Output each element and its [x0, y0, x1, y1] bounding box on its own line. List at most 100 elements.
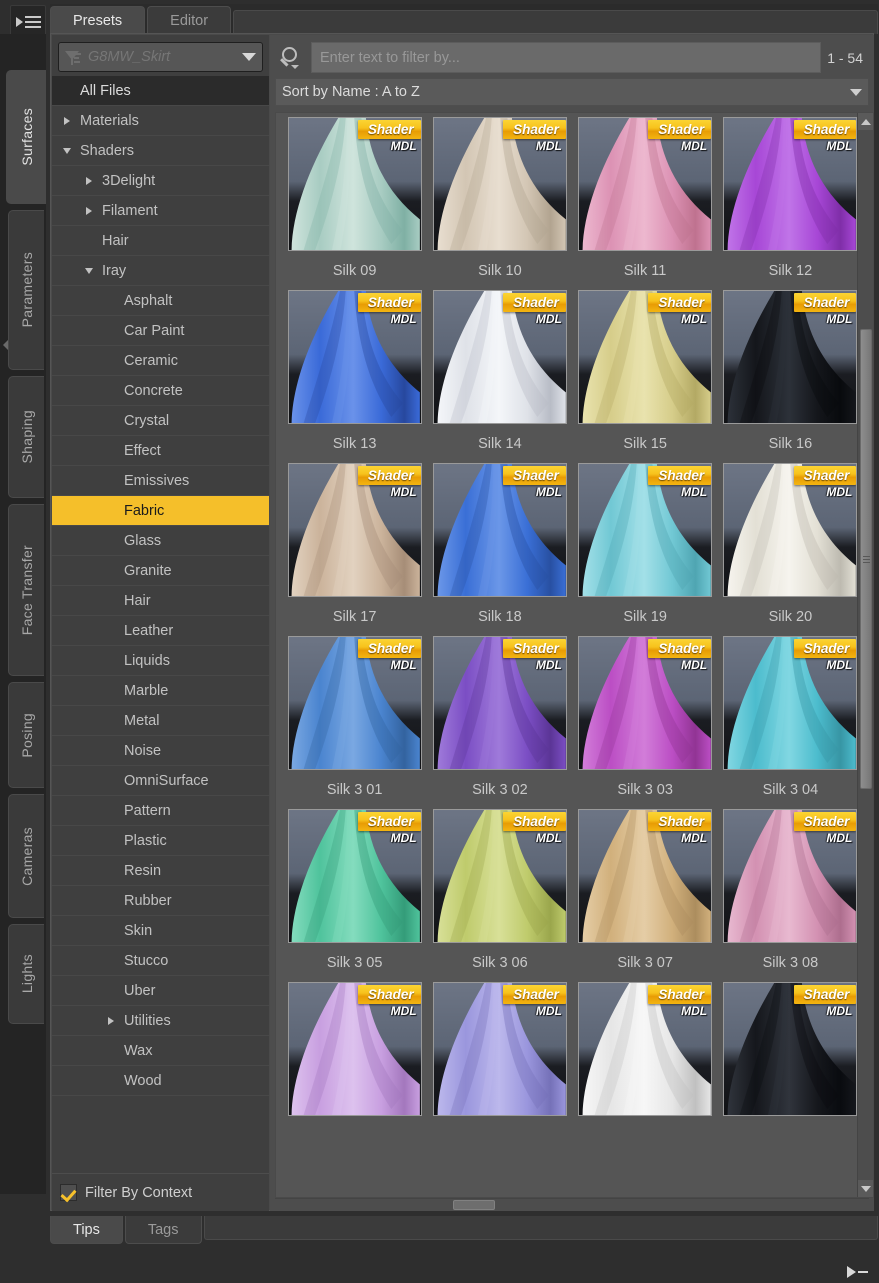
tree-item-pattern[interactable]: Pattern — [52, 796, 269, 826]
tree-item-ceramic[interactable]: Ceramic — [52, 346, 269, 376]
asset-card[interactable]: Shader MDL Silk 19 — [573, 463, 718, 636]
tree-item-crystal[interactable]: Crystal — [52, 406, 269, 436]
tree-item-resin[interactable]: Resin — [52, 856, 269, 886]
asset-card[interactable]: Shader MDL — [573, 982, 718, 1139]
asset-thumbnail[interactable]: Shader MDL — [578, 809, 713, 943]
asset-card[interactable]: Shader MDL Silk 10 — [427, 117, 572, 290]
asset-thumbnail[interactable]: Shader MDL — [432, 636, 567, 770]
search-box[interactable] — [311, 42, 822, 73]
asset-card[interactable]: Shader MDL Silk 16 — [718, 290, 863, 463]
asset-thumbnail[interactable]: Shader MDL — [578, 290, 713, 424]
tree-item-filament[interactable]: Filament — [52, 196, 269, 226]
asset-card[interactable]: Shader MDL Silk 17 — [282, 463, 427, 636]
tree-item-wax[interactable]: Wax — [52, 1036, 269, 1066]
asset-thumbnail[interactable]: Shader MDL — [287, 463, 422, 597]
tab-presets[interactable]: Presets — [50, 6, 146, 34]
asset-thumbnail[interactable]: Shader MDL — [432, 463, 567, 597]
asset-grid-horizontal-scrollbar[interactable] — [275, 1198, 869, 1211]
asset-card[interactable]: Shader MDL — [718, 982, 863, 1139]
tree-item-3delight[interactable]: 3Delight — [52, 166, 269, 196]
asset-thumbnail[interactable]: Shader MDL — [723, 636, 858, 770]
tree-item-emissives[interactable]: Emissives — [52, 466, 269, 496]
tree-item-effect[interactable]: Effect — [52, 436, 269, 466]
asset-card[interactable]: Shader MDL Silk 20 — [718, 463, 863, 636]
asset-card[interactable]: Shader MDL Silk 3 05 — [282, 809, 427, 982]
asset-card[interactable]: Shader MDL Silk 11 — [573, 117, 718, 290]
tree-item-rubber[interactable]: Rubber — [52, 886, 269, 916]
asset-card[interactable]: Shader MDL Silk 3 08 — [718, 809, 863, 982]
asset-thumbnail[interactable]: Shader MDL — [432, 290, 567, 424]
tree-item-noise[interactable]: Noise — [52, 736, 269, 766]
tree-item-fabric[interactable]: Fabric — [52, 496, 269, 526]
asset-card[interactable]: Shader MDL Silk 18 — [427, 463, 572, 636]
asset-thumbnail[interactable]: Shader MDL — [578, 117, 713, 251]
tree-item-hair[interactable]: Hair — [52, 586, 269, 616]
tree-item-plastic[interactable]: Plastic — [52, 826, 269, 856]
asset-thumbnail[interactable]: Shader MDL — [287, 636, 422, 770]
asset-card[interactable]: Shader MDL Silk 14 — [427, 290, 572, 463]
sort-dropdown[interactable]: Sort by Name : A to Z — [275, 78, 869, 106]
tree-item-all-files[interactable]: All Files — [52, 76, 269, 106]
vertical-tab-parameters[interactable]: Parameters — [8, 210, 44, 370]
asset-card[interactable]: Shader MDL Silk 13 — [282, 290, 427, 463]
asset-thumbnail[interactable]: Shader MDL — [578, 982, 713, 1116]
bottom-tab-tags[interactable]: Tags — [124, 1216, 202, 1244]
scroll-up-button[interactable] — [858, 113, 873, 130]
tree-item-materials[interactable]: Materials — [52, 106, 269, 136]
tree-item-marble[interactable]: Marble — [52, 676, 269, 706]
tree-item-stucco[interactable]: Stucco — [52, 946, 269, 976]
tree-item-iray[interactable]: Iray — [52, 256, 269, 286]
tree-item-shaders[interactable]: Shaders — [52, 136, 269, 166]
bottom-tab-tips[interactable]: Tips — [50, 1216, 123, 1244]
vertical-tab-shaping[interactable]: Shaping — [8, 376, 44, 498]
tree-item-skin[interactable]: Skin — [52, 916, 269, 946]
vertical-tab-posing[interactable]: Posing — [8, 682, 44, 788]
category-tree[interactable]: All Files Materials Shaders 3Delight Filamen… — [52, 74, 269, 1173]
scroll-down-button[interactable] — [858, 1180, 873, 1197]
tree-item-glass[interactable]: Glass — [52, 526, 269, 556]
tree-item-omnisurface[interactable]: OmniSurface — [52, 766, 269, 796]
tree-item-car-paint[interactable]: Car Paint — [52, 316, 269, 346]
asset-thumbnail[interactable]: Shader MDL — [723, 809, 858, 943]
asset-card[interactable]: Shader MDL — [282, 982, 427, 1139]
filter-by-context-row[interactable]: Filter By Context — [52, 1173, 269, 1211]
tree-item-leather[interactable]: Leather — [52, 616, 269, 646]
status-play-icon[interactable] — [847, 1265, 873, 1279]
asset-card[interactable]: Shader MDL Silk 3 07 — [573, 809, 718, 982]
asset-thumbnail[interactable]: Shader MDL — [578, 463, 713, 597]
asset-thumbnail[interactable]: Shader MDL — [578, 636, 713, 770]
tree-item-granite[interactable]: Granite — [52, 556, 269, 586]
asset-card[interactable]: Shader MDL Silk 3 03 — [573, 636, 718, 809]
asset-card[interactable]: Shader MDL Silk 3 02 — [427, 636, 572, 809]
asset-thumbnail[interactable]: Shader MDL — [723, 117, 858, 251]
vertical-tab-face-transfer[interactable]: Face Transfer — [8, 504, 44, 676]
asset-thumbnail[interactable]: Shader MDL — [432, 982, 567, 1116]
asset-thumbnail[interactable]: Shader MDL — [287, 117, 422, 251]
asset-card[interactable]: Shader MDL Silk 15 — [573, 290, 718, 463]
rail-collapse-handle[interactable] — [0, 330, 10, 360]
asset-card[interactable]: Shader MDL Silk 12 — [718, 117, 863, 290]
tree-item-hair[interactable]: Hair — [52, 226, 269, 256]
asset-thumbnail[interactable]: Shader MDL — [287, 809, 422, 943]
asset-card[interactable]: Shader MDL Silk 3 04 — [718, 636, 863, 809]
tree-item-uber[interactable]: Uber — [52, 976, 269, 1006]
search-input[interactable] — [320, 49, 813, 66]
search-icon[interactable] — [275, 43, 305, 73]
tree-item-asphalt[interactable]: Asphalt — [52, 286, 269, 316]
vertical-tab-surfaces[interactable]: Surfaces — [6, 70, 46, 204]
scrollbar-thumb[interactable] — [860, 329, 872, 789]
vertical-tab-lights[interactable]: Lights — [8, 924, 44, 1024]
asset-thumbnail[interactable]: Shader MDL — [723, 463, 858, 597]
tree-item-concrete[interactable]: Concrete — [52, 376, 269, 406]
asset-thumbnail[interactable]: Shader MDL — [287, 982, 422, 1116]
asset-thumbnail[interactable]: Shader MDL — [432, 809, 567, 943]
asset-thumbnail[interactable]: Shader MDL — [723, 982, 858, 1116]
asset-card[interactable]: Shader MDL Silk 3 01 — [282, 636, 427, 809]
asset-card[interactable]: Shader MDL — [427, 982, 572, 1139]
tab-editor[interactable]: Editor — [147, 6, 232, 34]
asset-thumbnail[interactable]: Shader MDL — [432, 117, 567, 251]
context-filter-combo[interactable]: G8MW_Skirt — [58, 42, 263, 72]
vertical-tab-cameras[interactable]: Cameras — [8, 794, 44, 918]
tree-item-wood[interactable]: Wood — [52, 1066, 269, 1096]
tree-item-metal[interactable]: Metal — [52, 706, 269, 736]
